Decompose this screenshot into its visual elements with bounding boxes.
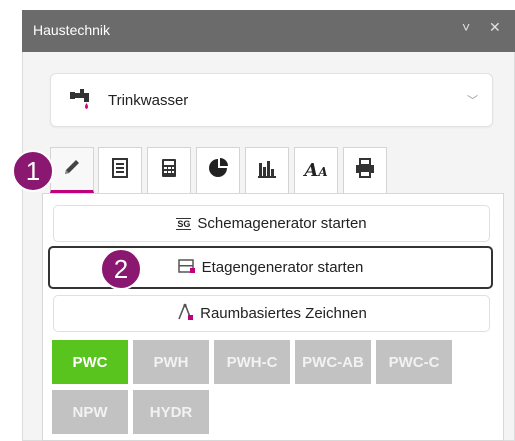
tab-text-style[interactable]: AA — [294, 147, 338, 193]
panel-title: Haustechnik — [33, 22, 111, 38]
tab-draw[interactable] — [50, 147, 94, 193]
faucet-icon — [68, 87, 94, 118]
list-document-icon — [109, 157, 131, 184]
compass-drawing-icon — [176, 303, 194, 325]
tab-print[interactable] — [343, 147, 387, 193]
pie-chart-icon — [207, 157, 229, 184]
tab-bar-chart[interactable] — [245, 147, 289, 193]
bar-chart-icon — [256, 157, 278, 184]
text-style-icon: AA — [304, 160, 328, 181]
pencil-icon — [61, 156, 83, 183]
schema-generator-button[interactable]: SG Schemagenerator starten — [53, 205, 490, 242]
room-based-drawing-button[interactable]: Raumbasiertes Zeichnen — [53, 295, 490, 332]
tab-calculate[interactable] — [147, 147, 191, 193]
floor-generator-icon — [177, 257, 196, 279]
close-icon[interactable]: ✕ — [489, 19, 501, 36]
system-chip-hydr[interactable]: HYDR — [133, 390, 209, 434]
step-badge-2: 2 — [100, 248, 142, 290]
system-chip-npw[interactable]: NPW — [52, 390, 128, 434]
system-chip-pwc-ab[interactable]: PWC-AB — [295, 340, 371, 384]
system-chip-pwh[interactable]: PWH — [133, 340, 209, 384]
tab-list[interactable] — [98, 147, 142, 193]
system-chip-pwc[interactable]: PWC — [52, 340, 128, 384]
system-chip-pwc-c[interactable]: PWC-C — [376, 340, 452, 384]
chevron-down-icon: ﹀ — [467, 95, 478, 107]
schema-icon: SG — [176, 217, 192, 230]
floor-generator-label: Etagengenerator starten — [201, 259, 364, 276]
panel-titlebar: Haustechnik ˅ ✕ — [22, 10, 515, 52]
medium-select[interactable]: Trinkwasser ﹀ — [50, 73, 493, 127]
collapse-icon[interactable]: ˅ — [462, 19, 470, 35]
tab-statistics[interactable] — [196, 147, 240, 193]
printer-icon — [354, 157, 376, 184]
medium-select-value: Trinkwasser — [108, 92, 189, 109]
system-chip-pwh-c[interactable]: PWH-C — [214, 340, 290, 384]
schema-generator-label: Schemagenerator starten — [197, 215, 367, 232]
room-based-drawing-label: Raumbasiertes Zeichnen — [200, 305, 367, 322]
step-badge-1: 1 — [12, 150, 54, 192]
calculator-icon — [158, 157, 180, 184]
